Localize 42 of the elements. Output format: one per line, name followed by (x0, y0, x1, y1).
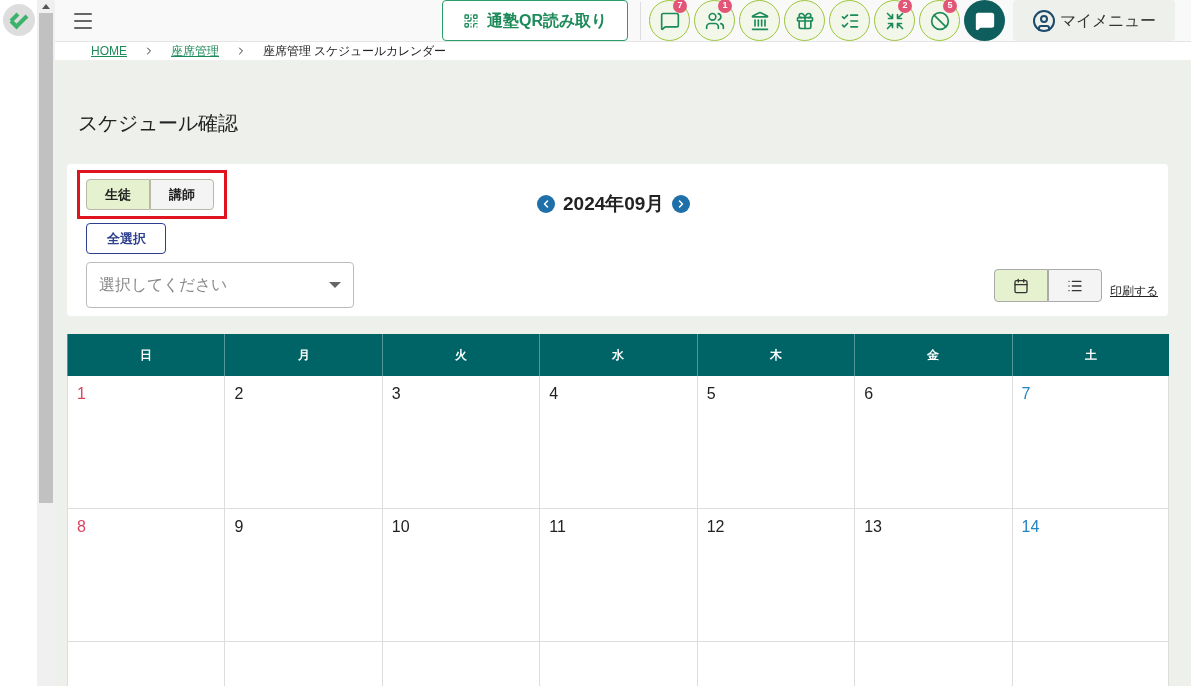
arrows-icon (884, 10, 905, 31)
print-link[interactable]: 印刷する (1110, 282, 1158, 300)
dropdown-caret-icon (329, 282, 341, 288)
next-month-button[interactable] (672, 195, 691, 214)
toolbar-icon-button[interactable] (739, 0, 780, 41)
toolbar-icon-button[interactable] (829, 0, 870, 41)
my-menu-button[interactable]: マイメニュー (1013, 0, 1175, 41)
qr-icon (463, 12, 479, 29)
view-toggle-button[interactable] (994, 269, 1048, 302)
qr-read-button[interactable]: 通塾QR読み取り (442, 0, 628, 41)
previous-month-button[interactable] (537, 195, 555, 214)
gift-icon (794, 10, 815, 31)
breadcrumb-current: 座席管理 スケジュールカレンダー (263, 43, 447, 60)
notification-badge: 2 (898, 0, 912, 13)
select-all-button[interactable]: 全選択 (86, 223, 166, 254)
toggle-tab[interactable]: 生徒 (86, 179, 150, 210)
view-toggle-button[interactable] (1048, 269, 1102, 302)
toolbar-icon-button[interactable]: 2 (874, 0, 915, 41)
blocked-icon (929, 10, 950, 31)
scroll-up-arrow-icon[interactable] (42, 4, 50, 9)
notification-badge: 7 (673, 0, 687, 13)
building-icon (749, 10, 770, 31)
calendar-icon (1013, 277, 1029, 294)
select-dropdown[interactable]: 選択してください (86, 262, 354, 308)
toolbar-icon-button[interactable] (784, 0, 825, 41)
toolbar-icon-button[interactable]: 5 (919, 0, 960, 41)
toggle-tab[interactable]: 講師 (150, 179, 214, 210)
notification-badge: 5 (943, 0, 957, 13)
group-icon (704, 10, 725, 31)
logo-icon (2, 4, 35, 36)
breadcrumb-link[interactable]: 座席管理 (171, 42, 219, 60)
toolbar-icon-button[interactable]: 7 (649, 0, 690, 41)
toolbar-icon-button[interactable]: 1 (694, 0, 735, 41)
month-label: 2024年09月 (563, 192, 665, 216)
breadcrumb-link[interactable]: HOME (91, 42, 127, 60)
notification-badge: 1 (718, 0, 732, 13)
chat-icon (659, 10, 680, 31)
chat-button[interactable] (964, 0, 1005, 41)
scrollbar[interactable] (37, 0, 55, 686)
chat-icon (974, 10, 995, 31)
user-icon (1032, 8, 1056, 33)
page-title: スケジュール確認 (77, 111, 239, 136)
